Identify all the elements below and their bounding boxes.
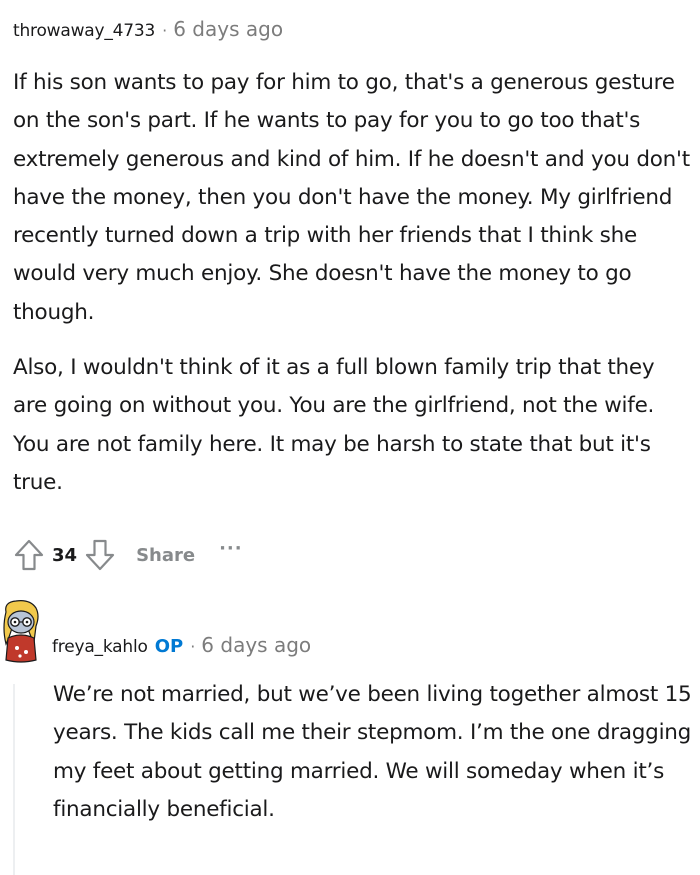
share-button[interactable]: Share	[136, 545, 195, 566]
op-badge: OP	[154, 636, 184, 657]
vote-score: 34	[52, 544, 78, 566]
comment-action-bar: 34 Share ···	[11, 536, 243, 574]
reply-timestamp[interactable]: 6 days ago	[201, 633, 311, 657]
comment-meta: throwaway_4733 · 6 days ago	[13, 17, 283, 41]
reply-username[interactable]: freya_kahlo	[52, 637, 148, 657]
comment-paragraph: If his son wants to pay for him to go, t…	[13, 70, 690, 325]
comment-thread: throwaway_4733 · 6 days ago If his son w…	[0, 0, 700, 875]
thread-line[interactable]	[13, 684, 15, 875]
meta-separator: ·	[190, 637, 196, 656]
upvote-icon[interactable]	[11, 537, 47, 573]
comment-body: If his son wants to pay for him to go, t…	[13, 64, 693, 502]
meta-separator: ·	[162, 21, 168, 40]
more-options-button[interactable]: ···	[219, 538, 243, 559]
reply-paragraph: We’re not married, but we’ve been living…	[53, 682, 692, 823]
snoo-avatar-icon[interactable]	[0, 598, 44, 668]
comment-paragraph: Also, I wouldn't think of it as a full b…	[13, 355, 655, 495]
comment-username[interactable]: throwaway_4733	[13, 21, 155, 41]
downvote-icon[interactable]	[82, 537, 118, 573]
comment-timestamp[interactable]: 6 days ago	[173, 17, 283, 41]
reply-body: We’re not married, but we’ve been living…	[53, 676, 693, 830]
reply-meta: freya_kahlo OP · 6 days ago	[52, 633, 311, 657]
